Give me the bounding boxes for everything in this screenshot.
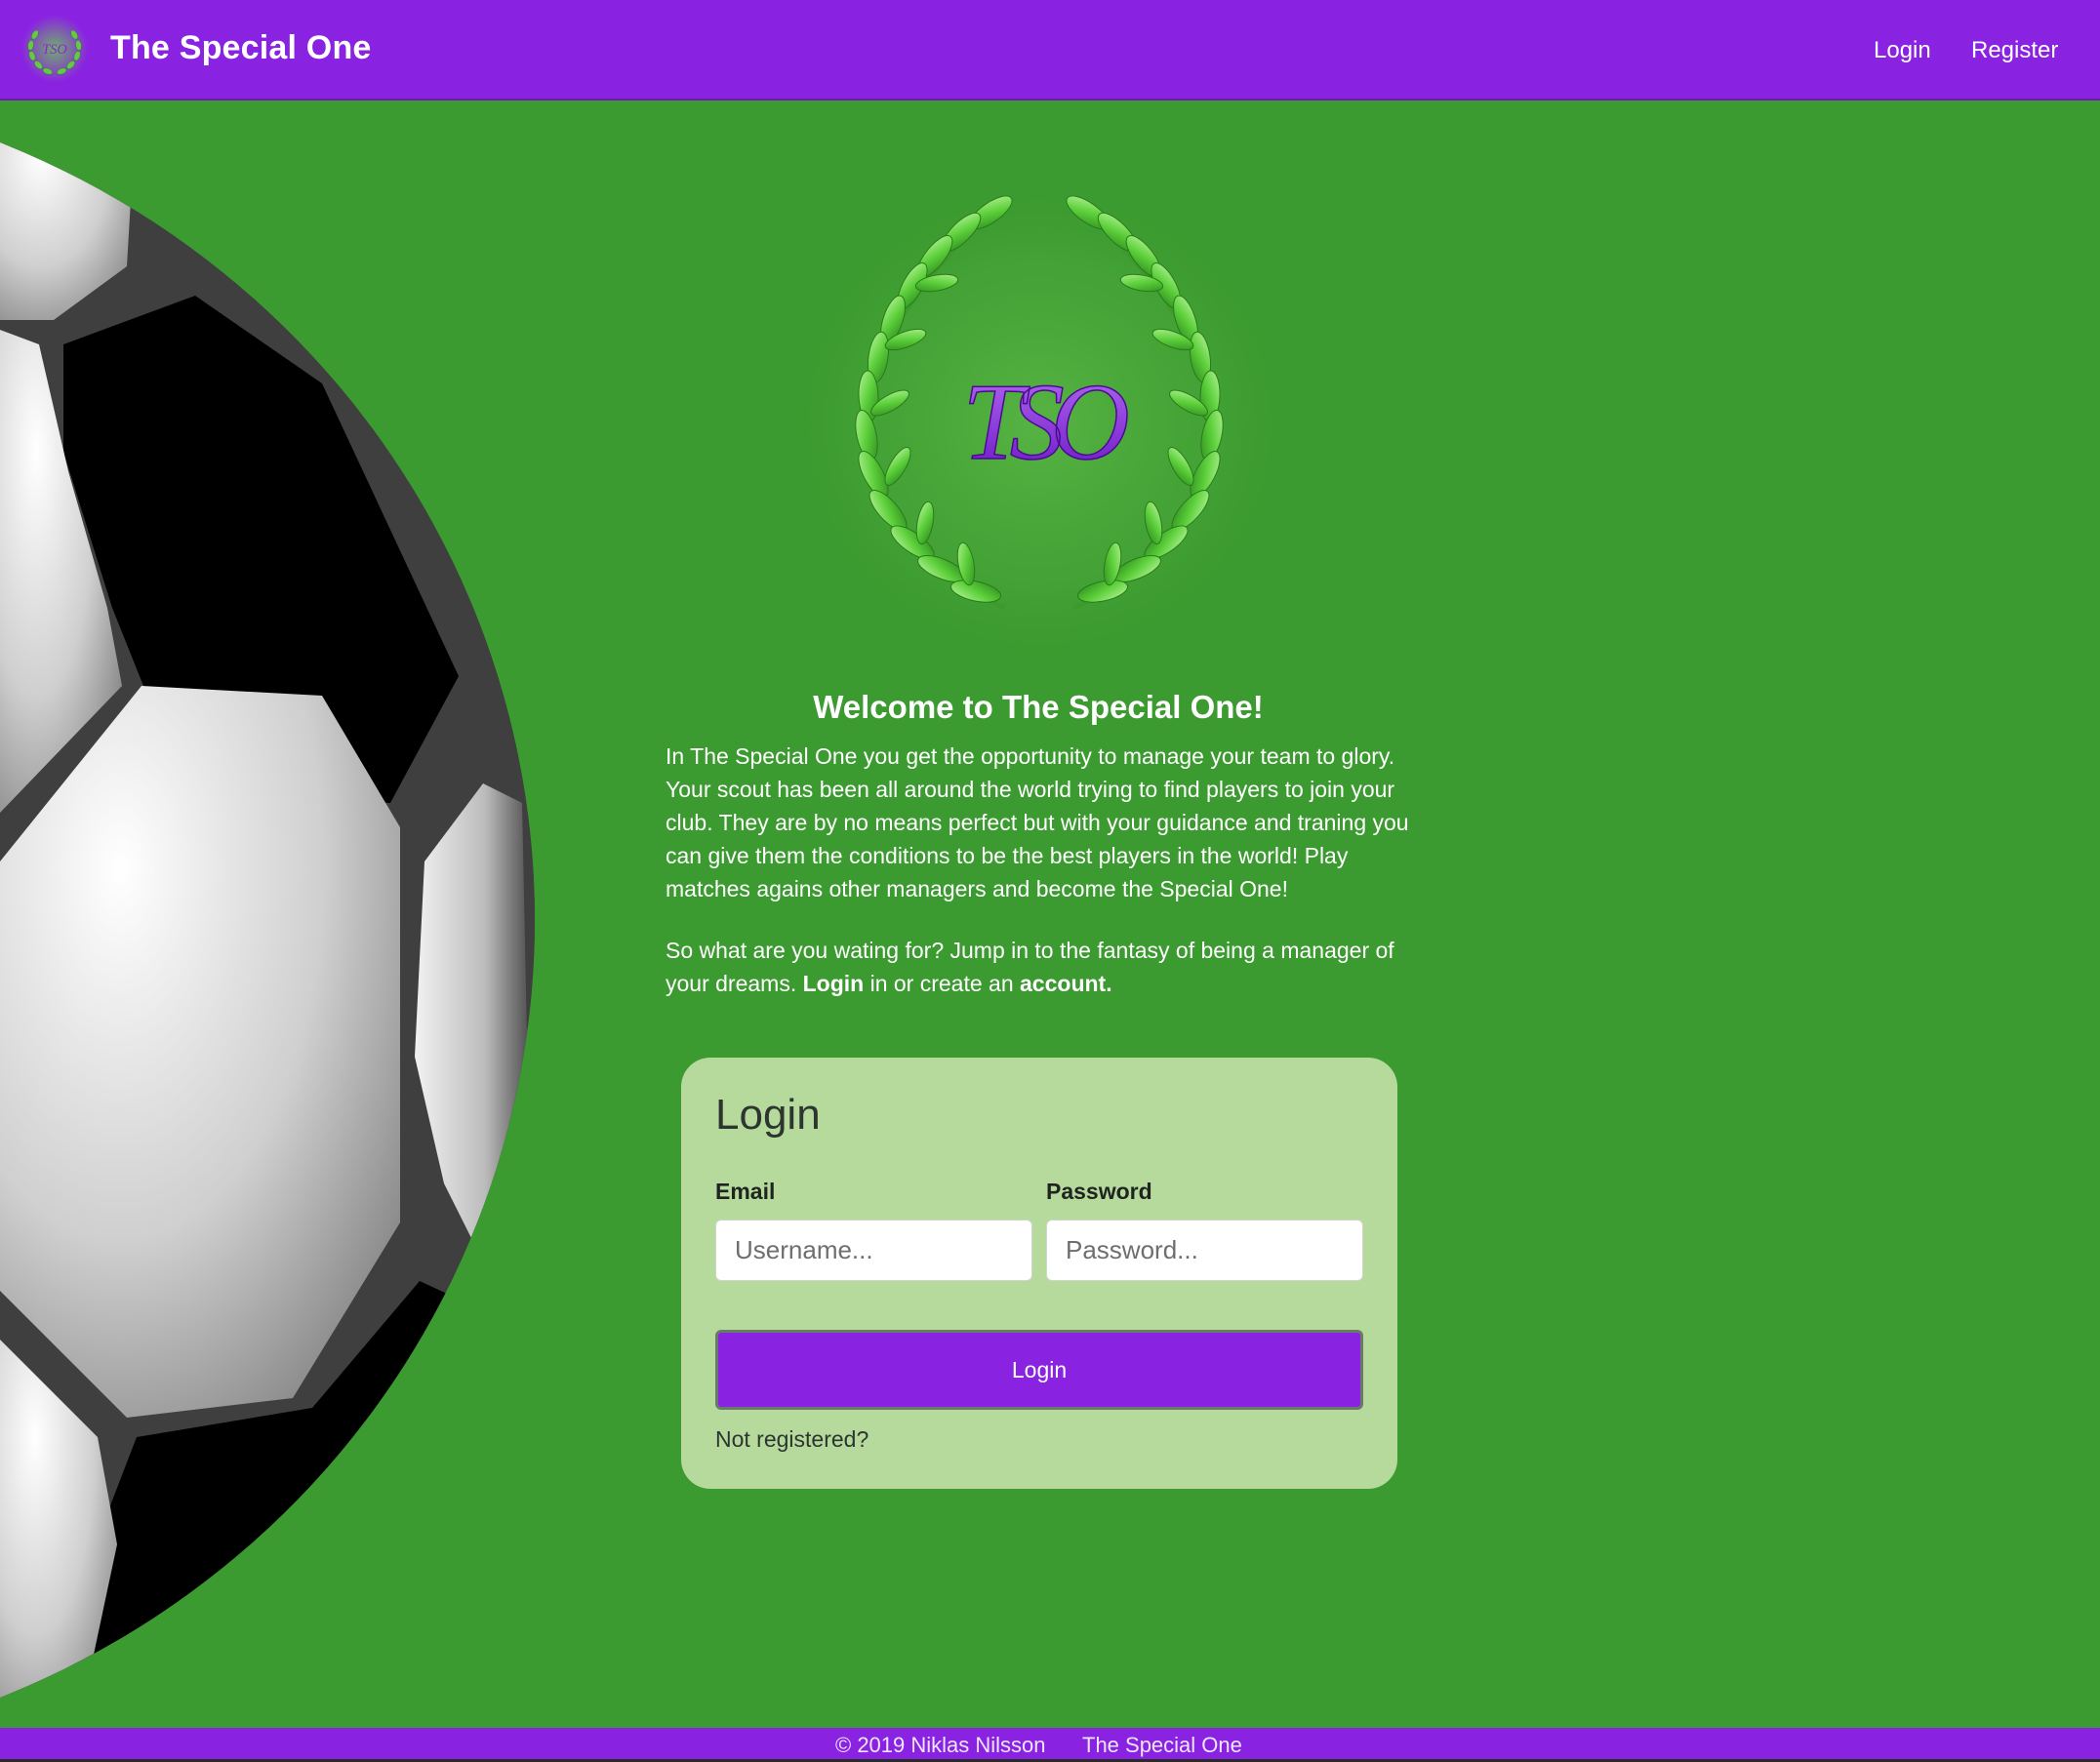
password-label: Password (1046, 1179, 1152, 1204)
cta-account-link[interactable]: account. (1020, 971, 1112, 996)
brand-title[interactable]: The Special One (110, 29, 372, 67)
intro-paragraph: In The Special One you get the opportuni… (666, 743, 1409, 901)
laurel-logo-icon[interactable]: TSO (20, 14, 90, 84)
welcome-heading: Welcome to The Special One! (813, 689, 1264, 725)
navbar: TSO The Special One Login Register (0, 0, 2100, 100)
footer-copyright: © 2019 Niklas Nilsson (835, 1733, 1046, 1757)
login-submit-button[interactable]: Login (715, 1330, 1363, 1410)
not-registered-link[interactable]: Not registered? (715, 1426, 868, 1453)
hero-logo-monogram: TSO (962, 362, 1127, 483)
footer-brand-link[interactable]: The Special One (1082, 1733, 1242, 1758)
cta-middle: in or create an (864, 971, 1021, 996)
cta-login-link[interactable]: Login (803, 971, 865, 996)
password-field[interactable] (1046, 1220, 1363, 1281)
email-label: Email (715, 1179, 776, 1204)
logo-monogram: TSO (42, 42, 67, 58)
login-card-title: Login (715, 1091, 821, 1139)
nav-login-link[interactable]: Login (1874, 37, 1931, 64)
footer: © 2019 Niklas Nilsson The Special One (0, 1728, 2100, 1762)
email-field[interactable] (715, 1220, 1032, 1281)
nav-register-link[interactable]: Register (1971, 37, 2058, 64)
laurel-wreath-logo-icon: TSO (790, 183, 1288, 661)
cta-paragraph: So what are you wating for? Jump in to t… (666, 934, 1417, 1000)
login-card: Login Email Password Login Not registere… (681, 1058, 1397, 1489)
soccer-ball-illustration (0, 100, 535, 1728)
